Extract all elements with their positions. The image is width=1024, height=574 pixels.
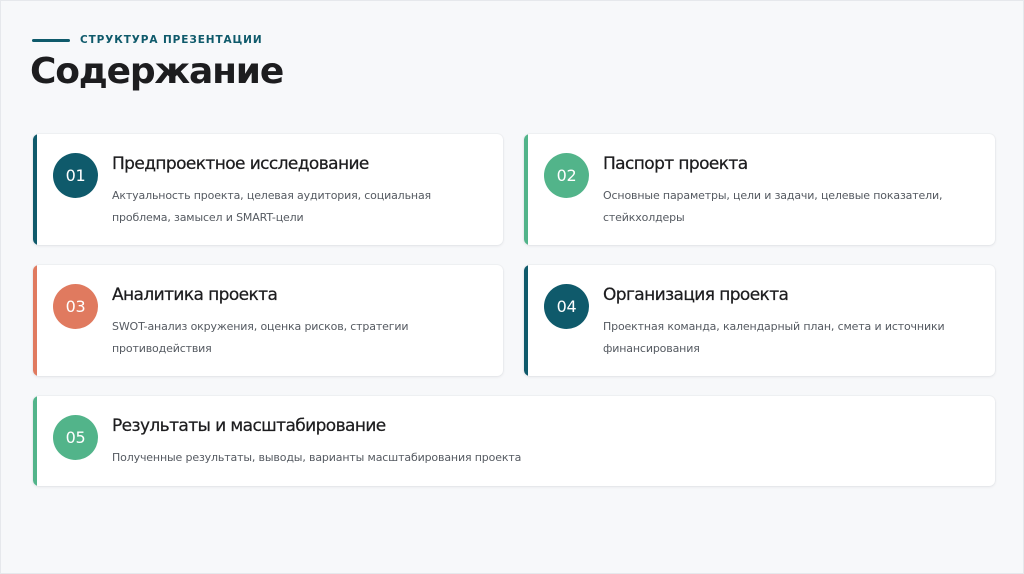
card-accent-bar (524, 265, 528, 376)
card-accent-bar (33, 134, 37, 245)
section-number-badge: 04 (544, 284, 589, 329)
section-title: Организация проекта (603, 285, 789, 305)
card-accent-bar (33, 265, 37, 376)
section-kicker: СТРУКТУРА ПРЕЗЕНТАЦИИ (32, 34, 263, 46)
section-title: Аналитика проекта (112, 285, 278, 305)
kicker-text: СТРУКТУРА ПРЕЗЕНТАЦИИ (80, 34, 263, 46)
section-card-5[interactable]: 05 Результаты и масштабирование Полученн… (33, 396, 995, 486)
page-title: Содержание (30, 51, 284, 92)
section-description: Полученные результаты, выводы, варианты … (112, 451, 522, 464)
section-card-1[interactable]: 01 Предпроектное исследование Актуальнос… (33, 134, 503, 245)
card-accent-bar (524, 134, 528, 245)
section-title: Паспорт проекта (603, 154, 748, 174)
section-number-badge: 02 (544, 153, 589, 198)
section-number-badge: 01 (53, 153, 98, 198)
section-card-4[interactable]: 04 Организация проекта Проектная команда… (524, 265, 995, 376)
section-number-badge: 05 (53, 415, 98, 460)
card-accent-bar (33, 396, 37, 486)
section-title: Результаты и масштабирование (112, 416, 387, 436)
section-title: Предпроектное исследование (112, 154, 370, 174)
slide: СТРУКТУРА ПРЕЗЕНТАЦИИ Содержание 01 Пред… (0, 0, 1024, 574)
section-description: Проектная команда, календарный план, сме… (603, 320, 945, 355)
section-card-3[interactable]: 03 Аналитика проекта SWOT-анализ окружен… (33, 265, 503, 376)
kicker-line (32, 38, 70, 42)
section-description: Актуальность проекта, целевая аудитория,… (112, 189, 431, 224)
section-card-2[interactable]: 02 Паспорт проекта Основные параметры, ц… (524, 134, 995, 245)
section-number-badge: 03 (53, 284, 98, 329)
section-description: Основные параметры, цели и задачи, целев… (603, 189, 943, 224)
section-description: SWOT-анализ окружения, оценка рисков, ст… (112, 320, 409, 355)
